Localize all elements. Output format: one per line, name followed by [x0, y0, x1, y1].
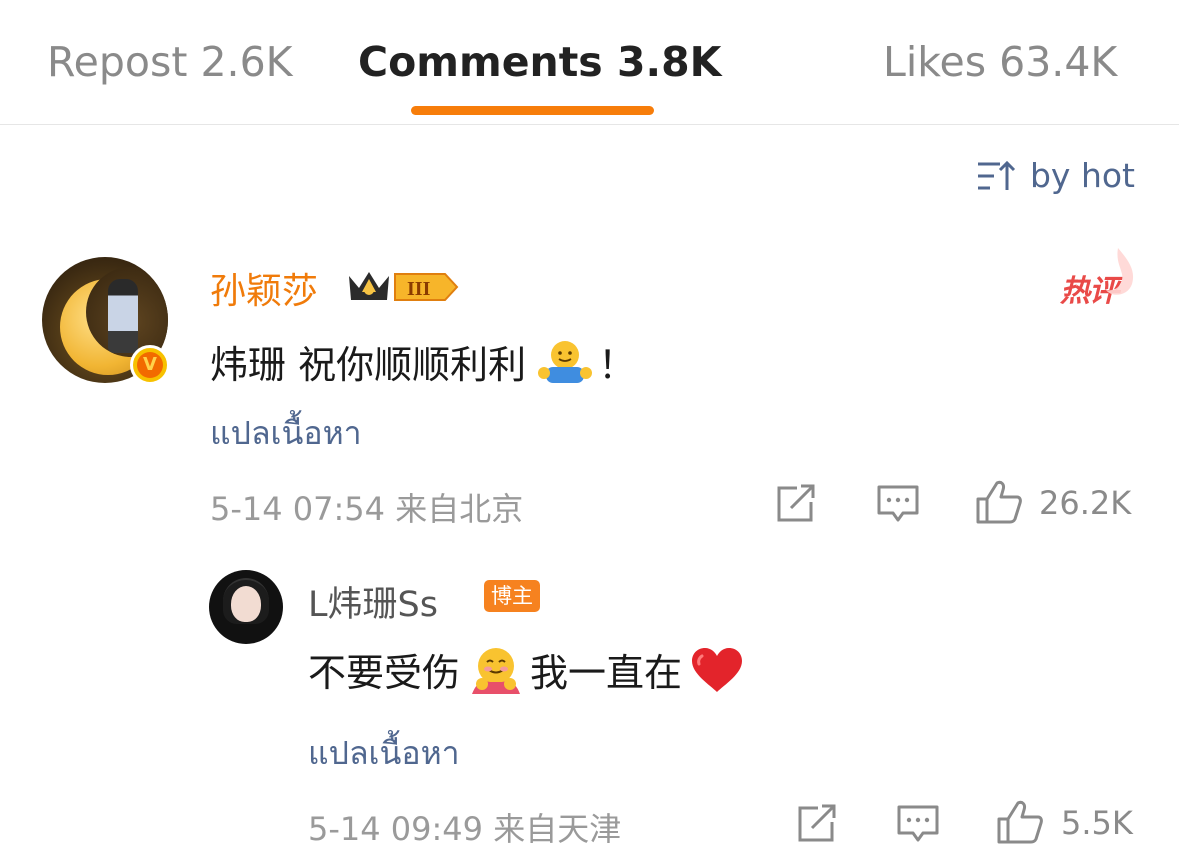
comment-timestamp: 5-14 07:54 来自北京: [210, 490, 524, 528]
level-badge-text: III: [407, 278, 431, 300]
reply-like-icon[interactable]: [996, 799, 1044, 845]
sort-by-hot-button[interactable]: by hot: [976, 156, 1135, 195]
reply-timestamp: 5-14 09:49 来自天津: [308, 810, 622, 848]
red-heart-emoji-icon: [692, 647, 743, 692]
like-icon[interactable]: [975, 479, 1023, 525]
tab-comments[interactable]: Comments 3.8K: [358, 36, 721, 88]
reply-comment-icon[interactable]: [896, 804, 940, 844]
reply-user-name[interactable]: L炜珊Ss: [308, 576, 438, 627]
sort-icon: [977, 160, 1016, 190]
reply-like-count: 5.5K: [1061, 804, 1133, 842]
reply-avatar[interactable]: [209, 570, 283, 644]
reply-text: 不要受伤 我一直在: [308, 642, 744, 697]
verified-badge-icon: V: [130, 345, 170, 385]
tab-divider: [0, 124, 1179, 125]
like-count: 26.2K: [1039, 484, 1132, 522]
translate-link[interactable]: แปลเนื้อหา: [210, 408, 362, 459]
tab-repost[interactable]: Repost 2.6K: [47, 36, 293, 88]
comment-icon[interactable]: [876, 484, 920, 524]
active-tab-indicator: [411, 106, 654, 115]
flame-icon: [1106, 248, 1134, 295]
hugging-face-emoji-icon: [472, 647, 521, 694]
comment-text: 炜珊 祝你顺顺利利 ！: [210, 334, 636, 389]
reply-translate-link[interactable]: แปลเนื้อหา: [308, 728, 460, 779]
reply-share-icon[interactable]: [796, 804, 838, 844]
crown-level-badge-icon: III: [349, 272, 459, 301]
commenter-name[interactable]: 孙颖莎: [210, 262, 318, 314]
blogger-badge: 博主: [484, 580, 540, 612]
tab-likes[interactable]: Likes 63.4K: [883, 36, 1117, 88]
hug-emoji-icon: [538, 340, 593, 383]
share-icon[interactable]: [775, 484, 817, 524]
sort-label: by hot: [1029, 156, 1135, 195]
